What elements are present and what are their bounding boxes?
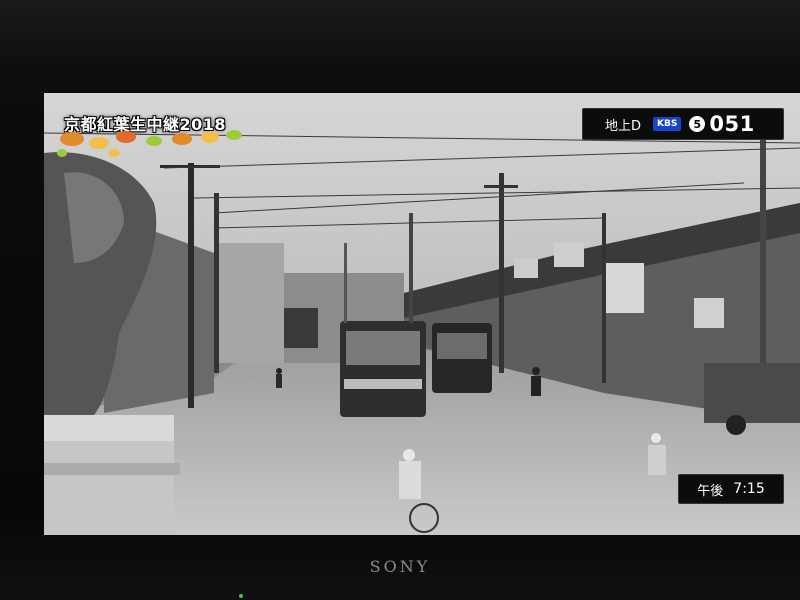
network-badge: KBS — [653, 117, 682, 131]
broadcast-band-label: 地上D — [605, 118, 642, 134]
tv-screen: 京都紅葉生中継2018 地上D KBS 5 051 午後 7:15 — [44, 93, 800, 535]
time-value: 7:15 — [733, 481, 765, 497]
power-led-icon — [239, 594, 243, 598]
tv-bezel: 京都紅葉生中継2018 地上D KBS 5 051 午後 7:15 SONY — [0, 0, 800, 600]
channel-indicator: 地上D KBS 5 051 — [582, 108, 784, 140]
channel-circle-icon: 5 — [689, 116, 706, 132]
tv-brand-logo: SONY — [369, 557, 431, 576]
autumn-leaves-icon — [57, 130, 242, 157]
clock-display: 午後 7:15 — [678, 474, 784, 504]
time-period: 午後 — [697, 483, 724, 499]
channel-number: 051 — [709, 112, 755, 136]
